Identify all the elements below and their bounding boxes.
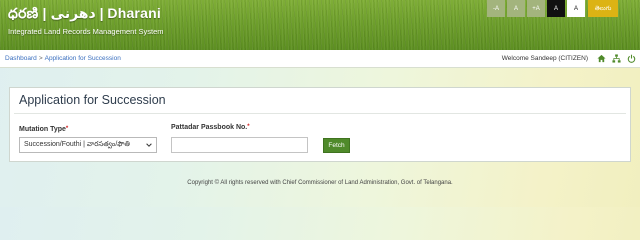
mutation-type-label: Mutation Type* <box>19 126 68 133</box>
breadcrumb-dashboard-link[interactable]: Dashboard <box>5 55 37 62</box>
required-marker: * <box>247 124 250 130</box>
footer-copyright: Copyright © All rights reserved with Chi… <box>187 180 453 186</box>
chevron-down-icon <box>146 143 152 147</box>
app-title: ధరణి | دھرنی | Dharani <box>8 5 161 21</box>
language-toggle-button[interactable]: తెలుగు <box>588 0 618 17</box>
light-contrast-button[interactable]: A <box>567 0 585 17</box>
succession-form-card: Application for Succession Mutation Type… <box>9 87 631 162</box>
title-divider <box>14 113 626 114</box>
pattadar-passbook-label: Pattadar Passbook No.* <box>171 124 250 131</box>
mutation-type-selected-value: Succession/Fouthi | వారసత్వం/ఫౌతి <box>24 141 130 148</box>
dark-contrast-button[interactable]: A <box>547 0 565 17</box>
font-increase-button[interactable]: +A <box>527 0 545 17</box>
breadcrumb-separator: > <box>38 55 43 62</box>
mutation-type-select[interactable]: Succession/Fouthi | వారసత్వం/ఫౌతి <box>19 137 157 153</box>
pattadar-passbook-label-text: Pattadar Passbook No. <box>171 124 248 131</box>
breadcrumb-current: Application for Succession <box>44 55 121 62</box>
power-icon[interactable] <box>626 53 636 63</box>
breadcrumb: Dashboard > Application for Succession <box>5 55 121 62</box>
brand: ధరణి | دھرنی | Dharani Integrated Land R… <box>8 5 164 36</box>
fetch-button[interactable]: Fetch <box>323 138 350 153</box>
welcome-text: Welcome Sandeep (CITIZEN) <box>501 55 588 62</box>
pattadar-passbook-input[interactable] <box>171 137 308 153</box>
home-icon[interactable] <box>596 53 606 63</box>
page-title: Application for Succession <box>19 93 166 107</box>
font-decrease-button[interactable]: -A <box>487 0 505 17</box>
font-size-controls: -A A +A A A తెలుగు <box>485 0 618 17</box>
app-subtitle: Integrated Land Records Management Syste… <box>8 27 164 36</box>
header-banner: ధరణి | دھرنی | Dharani Integrated Land R… <box>0 0 640 50</box>
sitemap-icon[interactable] <box>611 53 621 63</box>
required-marker: * <box>65 126 69 132</box>
font-normal-button[interactable]: A <box>507 0 525 17</box>
breadcrumb-bar: Dashboard > Application for Succession Wel… <box>0 50 640 68</box>
mutation-type-label-text: Mutation Type <box>19 126 66 133</box>
